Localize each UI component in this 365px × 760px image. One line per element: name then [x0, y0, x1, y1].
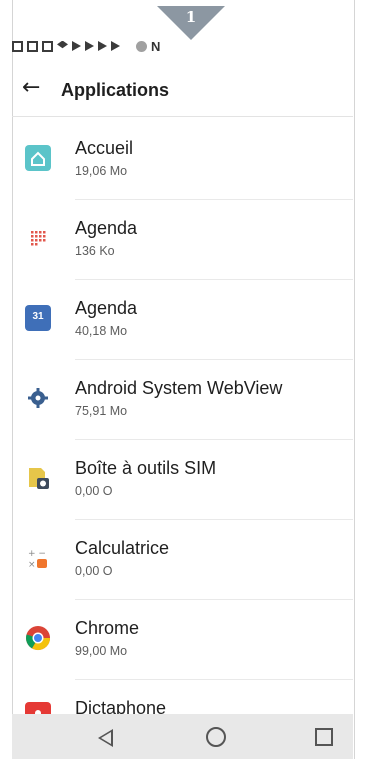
app-list: Accueil 19,06 Mo Agenda 136 Ko 31 Agenda… — [12, 120, 353, 760]
page-title: Applications — [61, 80, 170, 100]
play-store-icon — [111, 41, 120, 51]
back-arrow-icon[interactable]: ← — [22, 75, 40, 100]
calendar-day-number: 31 — [32, 311, 44, 322]
step-number: 1 — [185, 8, 197, 26]
play-store-icon — [85, 41, 94, 51]
app-size: 19,06 Mo — [75, 164, 128, 178]
app-name: Agenda — [75, 218, 138, 238]
app-name: Agenda — [75, 298, 138, 318]
bluetooth-icon — [136, 40, 147, 52]
app-name: Boîte à outils SIM — [75, 458, 217, 478]
app-size: 75,91 Mo — [75, 404, 128, 418]
list-item[interactable]: + − × Calculatrice 0,00 O — [12, 520, 353, 600]
agenda-dots-icon — [25, 225, 51, 251]
list-item[interactable]: Boîte à outils SIM 0,00 O — [12, 440, 353, 520]
list-item[interactable]: 31 Agenda 40,18 Mo — [12, 280, 353, 360]
chrome-icon — [25, 625, 51, 651]
list-item[interactable]: Accueil 19,06 Mo — [12, 120, 353, 200]
navigation-bar — [12, 714, 353, 759]
play-store-icon — [72, 41, 81, 51]
list-item[interactable]: Agenda 136 Ko — [12, 200, 353, 280]
sim-toolkit-icon — [25, 465, 51, 491]
list-item[interactable]: Android System WebView 75,91 Mo — [12, 360, 353, 440]
app-size: 0,00 O — [75, 484, 113, 498]
svg-text:+ −: + − — [28, 549, 46, 559]
app-size: 0,00 O — [75, 564, 113, 578]
app-bar-divider — [12, 116, 353, 117]
nav-recents-icon[interactable] — [315, 728, 333, 746]
dropbox-icon — [57, 40, 68, 49]
calendar-31-icon: 31 — [25, 305, 51, 331]
app-name: Calculatrice — [75, 538, 170, 558]
app-size: 99,00 Mo — [75, 644, 128, 658]
list-item[interactable]: Chrome 99,00 Mo — [12, 600, 353, 680]
photo-icon — [42, 40, 53, 52]
app-size: 40,18 Mo — [75, 324, 128, 338]
gear-icon — [25, 385, 51, 411]
status-bar: N — [12, 36, 160, 56]
nfc-icon: N — [151, 38, 161, 54]
svg-text:×: × — [28, 560, 36, 570]
home-icon — [25, 145, 51, 171]
play-store-icon — [98, 41, 107, 51]
calculator-icon: + − × — [25, 545, 51, 571]
nav-back-icon-inner — [101, 732, 111, 744]
app-bar: ← Applications — [12, 70, 353, 112]
app-name: Accueil — [75, 138, 134, 158]
calendar-icon — [27, 40, 38, 52]
nav-home-icon[interactable] — [206, 727, 226, 747]
app-name: Android System WebView — [75, 378, 283, 398]
gmail-icon — [12, 40, 23, 52]
app-name: Chrome — [75, 618, 140, 638]
app-size: 136 Ko — [75, 244, 115, 258]
